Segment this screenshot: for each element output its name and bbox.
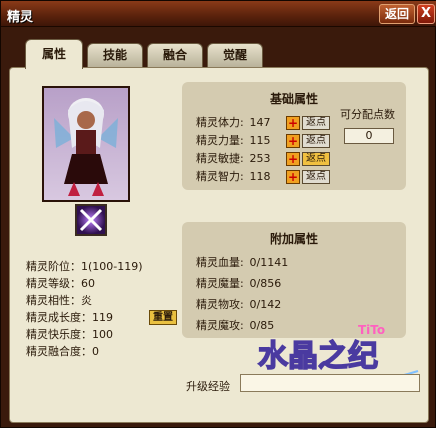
base-attributes-title: 基础属性 — [269, 92, 318, 106]
plus-button[interactable]: + — [286, 134, 300, 148]
back-button[interactable]: 返回 — [379, 4, 415, 24]
happiness-text: 精灵快乐度：100 — [26, 328, 113, 341]
svg-text:水晶之纪: 水晶之纪 — [258, 339, 378, 374]
exp-bar — [240, 374, 420, 392]
tab-skills[interactable]: 技能 — [87, 43, 143, 67]
plus-button[interactable]: + — [286, 116, 300, 130]
points-label: 可分配点数 — [340, 108, 395, 121]
plus-button[interactable]: + — [286, 170, 300, 184]
attr-label: 精灵力量: — [196, 134, 244, 147]
attr-label: 精灵物攻: — [196, 298, 244, 311]
attr-label: 精灵魔攻: — [196, 319, 244, 332]
plus-button[interactable]: + — [286, 152, 300, 166]
tab-fusion[interactable]: 融合 — [147, 43, 203, 67]
attr-row: 精灵智力: 118 + 返点 — [196, 168, 330, 186]
sprite-info: 精灵阶位：1(100-119) 精灵等级：60 精灵相性：炎 精灵成长度：119… — [26, 258, 206, 360]
sprite-window: 精灵 返回 X 属性 技能 融合 觉醒 精灵阶位：1(100-119) 精灵等级… — [0, 0, 436, 428]
attr-label: 精灵敏捷: — [196, 152, 244, 165]
attr-value: 147 — [249, 116, 271, 129]
title-bar: 精灵 返回 X — [1, 1, 436, 27]
points-value: 0 — [344, 128, 394, 144]
level-text: 精灵等级：60 — [26, 277, 95, 290]
return-button[interactable]: 返点 — [302, 170, 330, 184]
extra-attributes-title: 附加属性 — [269, 232, 318, 246]
return-button[interactable]: 返点 — [302, 134, 330, 148]
exp-label: 升级经验 — [186, 380, 230, 393]
attr-label: 精灵体力: — [196, 116, 244, 129]
sprite-portrait — [42, 86, 130, 202]
growth-text: 精灵成长度：119 — [26, 311, 113, 324]
attr-label: 精灵血量: — [196, 256, 244, 269]
fusion-text: 精灵融合度：0 — [26, 345, 99, 358]
window-title: 精灵 — [7, 10, 34, 25]
rank-text: 精灵阶位：1(100-119) — [26, 260, 143, 273]
extra-attr-row: 精灵血量: 0/1141 — [196, 254, 288, 272]
attr-value: 253 — [249, 152, 271, 165]
attr-row: 精灵敏捷: 253 + 返点 — [196, 150, 330, 168]
attr-value: 0/1141 — [249, 256, 289, 269]
tab-attributes[interactable]: 属性 — [25, 39, 83, 69]
fire-element-icon — [75, 204, 107, 236]
extra-attr-row: 精灵物攻: 0/142 — [196, 296, 281, 314]
attributes-panel: 精灵阶位：1(100-119) 精灵等级：60 精灵相性：炎 精灵成长度：119… — [9, 67, 429, 423]
attr-label: 精灵智力: — [196, 170, 244, 183]
svg-text:TiTo: TiTo — [358, 323, 385, 337]
attr-row: 精灵体力: 147 + 返点 — [196, 114, 330, 132]
extra-attr-row: 精灵魔量: 0/856 — [196, 275, 281, 293]
game-logo: 水晶之纪 TiTo — [248, 316, 428, 416]
return-button[interactable]: 返点 — [302, 116, 330, 130]
affinity-text: 精灵相性：炎 — [26, 294, 92, 307]
return-button[interactable]: 返点 — [302, 152, 330, 166]
close-icon[interactable]: X — [417, 4, 435, 24]
reset-button[interactable]: 重置 — [149, 310, 177, 325]
attr-value: 118 — [249, 170, 271, 183]
attr-value: 115 — [249, 134, 271, 147]
attr-value: 0/142 — [249, 298, 282, 311]
attr-label: 精灵魔量: — [196, 277, 244, 290]
tab-awaken[interactable]: 觉醒 — [207, 43, 263, 67]
base-attributes-box: 基础属性 可分配点数 0 精灵体力: 147 + 返点 精灵力量: 115 + … — [182, 82, 406, 190]
attr-value: 0/856 — [249, 277, 282, 290]
attr-row: 精灵力量: 115 + 返点 — [196, 132, 330, 150]
growth-row: 精灵成长度：119 重置 — [26, 309, 206, 326]
